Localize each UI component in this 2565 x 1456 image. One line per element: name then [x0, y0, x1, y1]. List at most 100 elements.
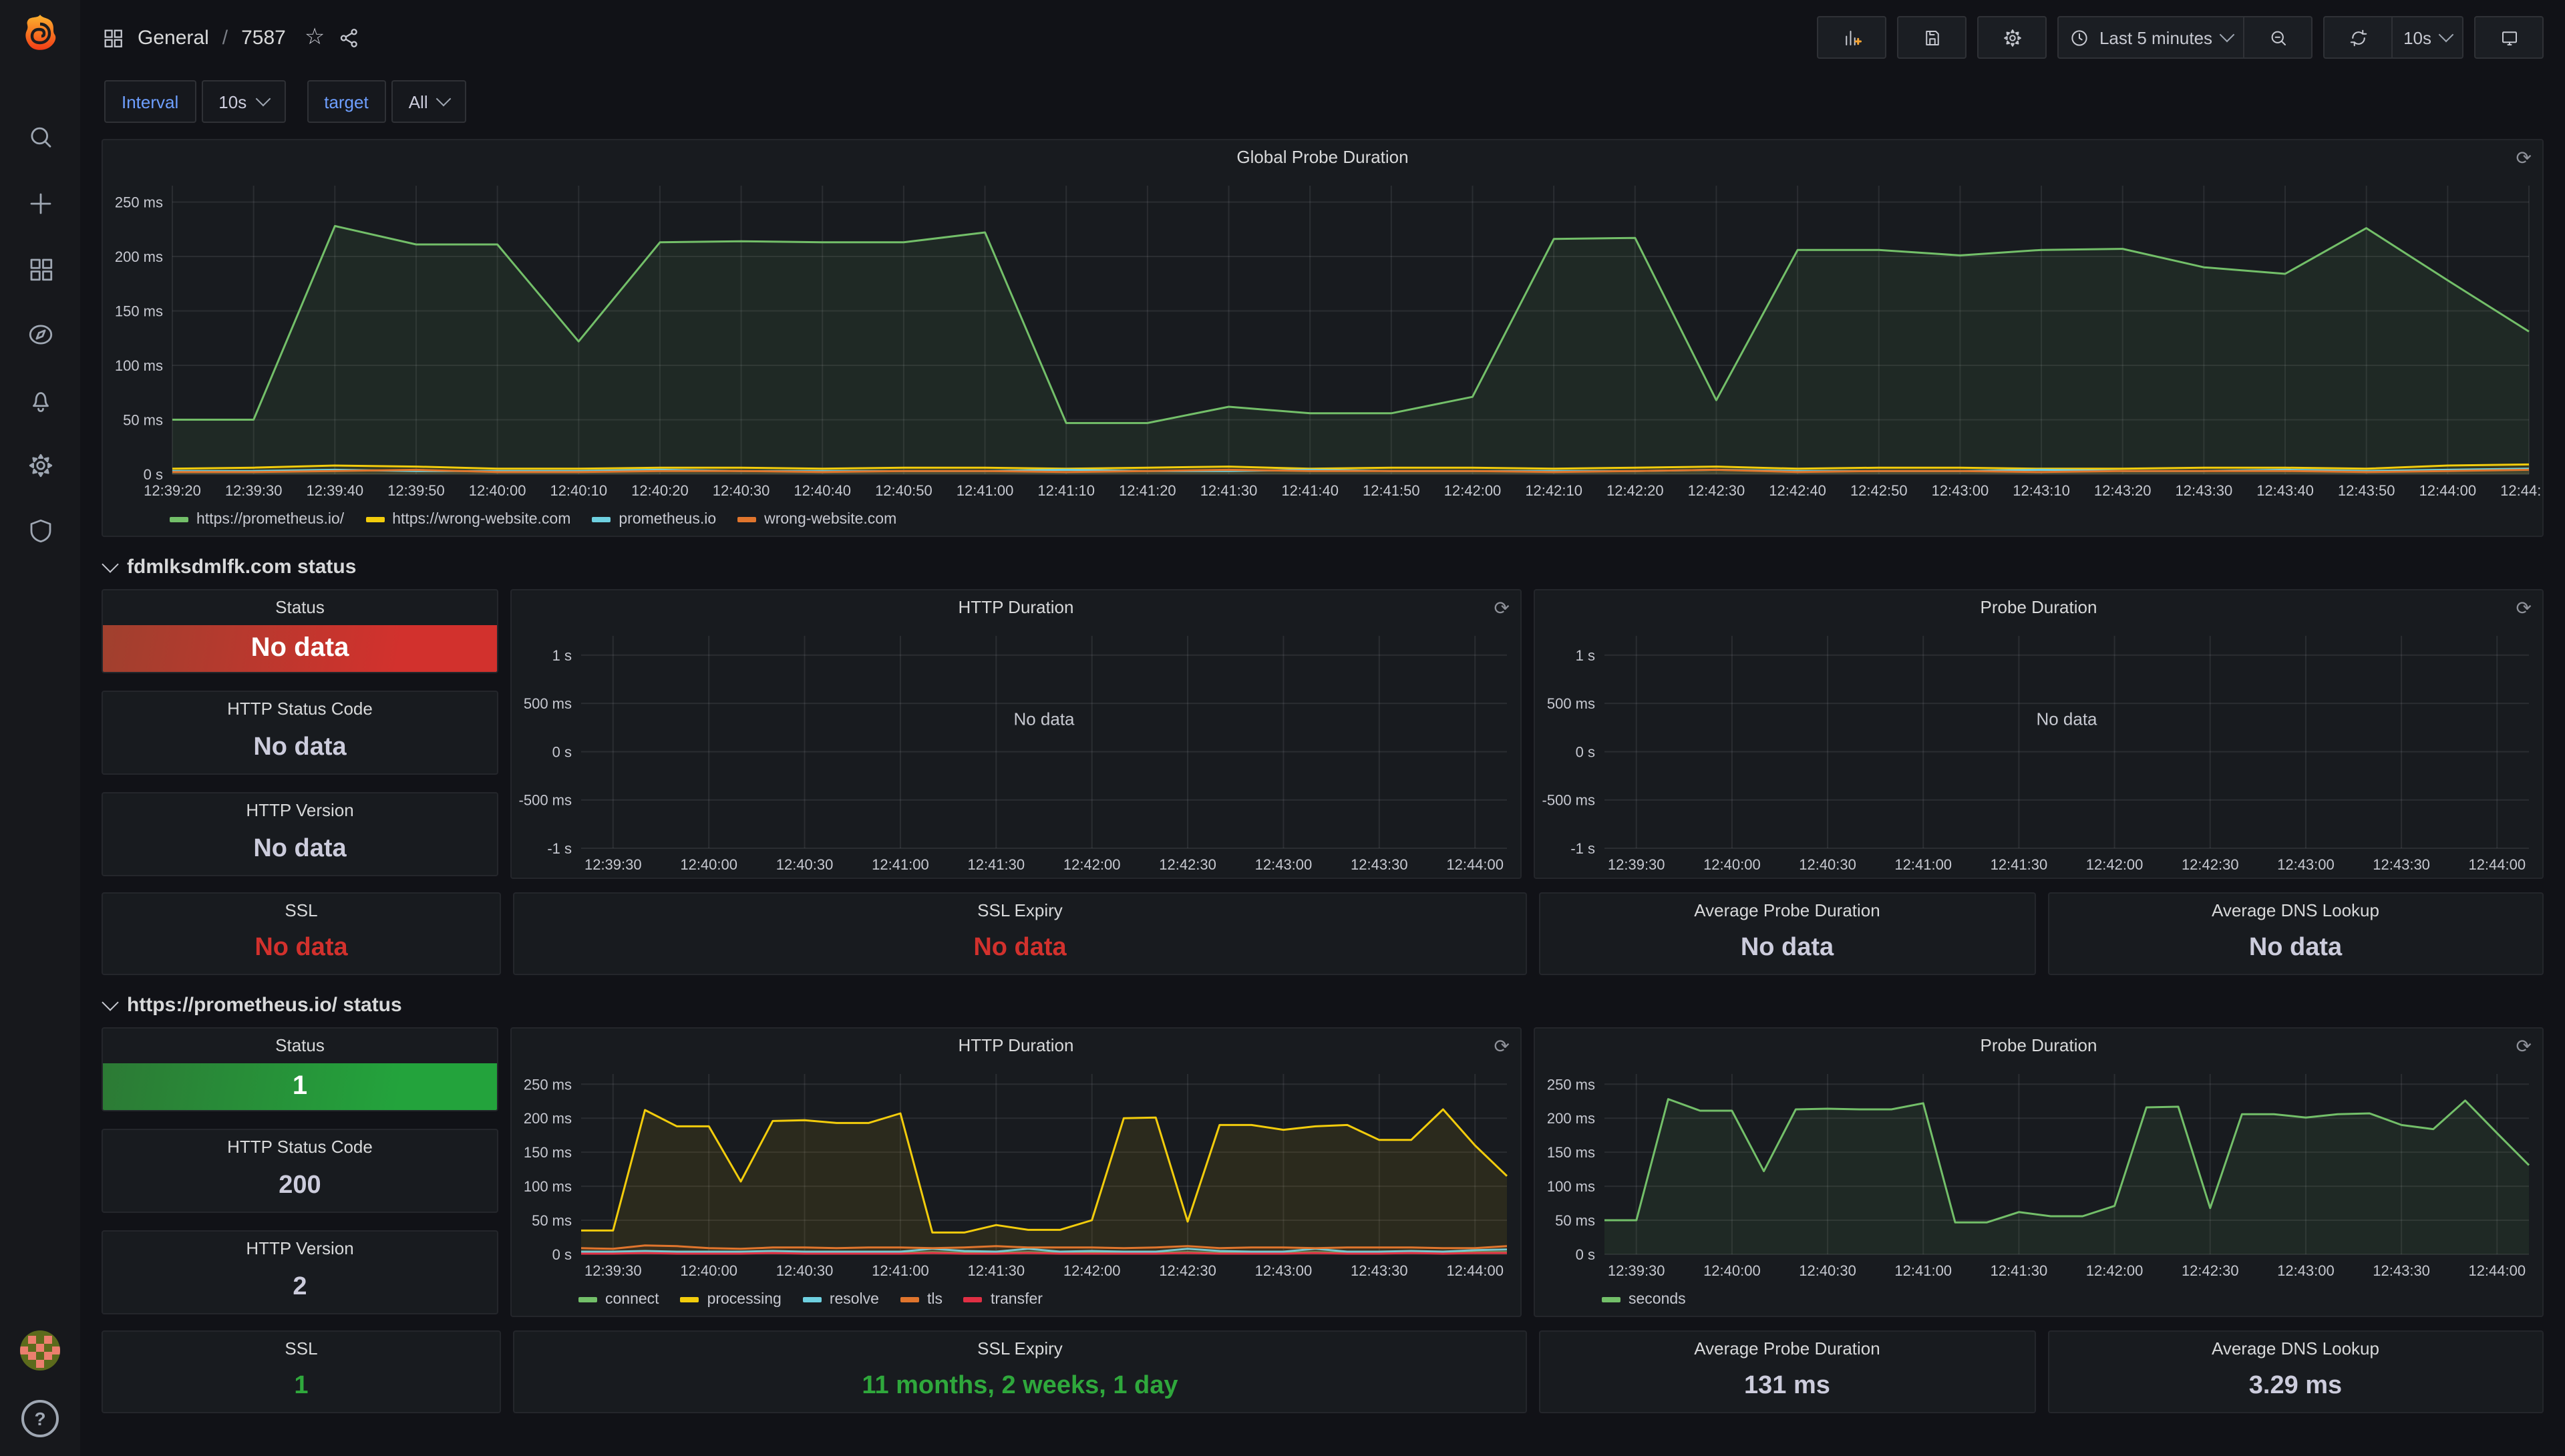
grafana-logo[interactable] [16, 11, 64, 59]
http-duration-chart[interactable]: 1 s500 ms0 s-500 ms-1 s12:39:3012:40:001… [512, 625, 1520, 878]
svg-text:12:40:50: 12:40:50 [875, 482, 932, 499]
star-icon[interactable]: ☆ [305, 24, 325, 51]
server-admin-shield-icon[interactable] [25, 516, 55, 545]
panel-title[interactable]: SSL [103, 894, 500, 928]
panel-title[interactable]: Average DNS Lookup [2049, 1332, 2542, 1367]
http-version-value: 2 [103, 1266, 497, 1313]
dashboard-settings-button[interactable] [1978, 16, 2047, 59]
svg-text:50 ms: 50 ms [123, 411, 163, 428]
svg-text:250 ms: 250 ms [115, 194, 163, 210]
legend-item[interactable]: processing [681, 1292, 782, 1308]
alerting-bell-icon[interactable] [25, 385, 55, 414]
panel-title[interactable]: Average Probe Duration [1540, 1332, 2034, 1367]
search-icon[interactable] [25, 123, 55, 152]
legend-item[interactable]: https://prometheus.io/ [170, 512, 344, 528]
svg-text:12:42:10: 12:42:10 [1525, 482, 1582, 499]
cycle-view-mode-button[interactable] [2474, 16, 2544, 59]
plus-icon[interactable] [25, 188, 55, 218]
panel-refresh-icon[interactable]: ⟳ [1494, 597, 1510, 618]
section-header-fdmlksdmlfk[interactable]: fdmlksdmlfk.com status [104, 556, 2544, 578]
svg-text:12:39:30: 12:39:30 [225, 482, 283, 499]
panel-title[interactable]: Status [103, 590, 497, 625]
panel-title[interactable]: Average DNS Lookup [2049, 894, 2542, 928]
breadcrumb-dashboard[interactable]: 7587 [241, 26, 286, 49]
refresh-interval-picker[interactable]: 10s [2393, 16, 2463, 59]
panel-title[interactable]: HTTP Status Code [103, 1130, 497, 1165]
help-icon[interactable]: ? [21, 1400, 59, 1437]
svg-text:1 s: 1 s [552, 647, 572, 664]
svg-text:12:41:40: 12:41:40 [1281, 482, 1339, 499]
svg-text:12:42:00: 12:42:00 [2086, 856, 2144, 873]
legend-label: prometheus.io [619, 512, 716, 528]
svg-text:12:39:30: 12:39:30 [584, 1262, 642, 1279]
legend-item[interactable]: transfer [964, 1292, 1043, 1308]
svg-text:12:40:30: 12:40:30 [776, 1262, 834, 1279]
interval-variable-select[interactable]: 10s [201, 80, 285, 123]
svg-text:12:41:00: 12:41:00 [1894, 1262, 1952, 1279]
panel-title[interactable]: HTTP Status Code [103, 692, 497, 727]
variable-target: target All [307, 80, 466, 123]
panel-title[interactable]: Probe Duration [1535, 1029, 2542, 1063]
add-panel-button[interactable] [1818, 16, 1887, 59]
svg-text:12:43:00: 12:43:00 [1932, 482, 1989, 499]
panel-refresh-icon[interactable]: ⟳ [2516, 597, 2532, 618]
panel-title[interactable]: SSL Expiry [514, 1332, 1526, 1367]
share-icon[interactable] [338, 26, 361, 49]
svg-text:12:39:40: 12:39:40 [306, 482, 363, 499]
svg-text:12:39:30: 12:39:30 [1608, 856, 1665, 873]
svg-text:12:41:00: 12:41:00 [957, 482, 1014, 499]
legend-item[interactable]: connect [578, 1292, 659, 1308]
panel-refresh-icon[interactable]: ⟳ [2516, 1035, 2532, 1057]
svg-text:No data: No data [2036, 709, 2097, 729]
panel-title[interactable]: SSL Expiry [514, 894, 1526, 928]
refresh-button[interactable] [2323, 16, 2393, 59]
legend-item[interactable]: seconds [1602, 1292, 1686, 1308]
svg-text:12:40:20: 12:40:20 [631, 482, 689, 499]
svg-text:250 ms: 250 ms [524, 1076, 572, 1093]
legend-item[interactable]: tls [900, 1292, 943, 1308]
panel-title[interactable]: Global Probe Duration [103, 140, 2542, 175]
panel-title[interactable]: Probe Duration [1535, 590, 2542, 625]
legend-item[interactable]: wrong-website.com [737, 512, 896, 528]
configuration-gear-icon[interactable] [25, 450, 55, 480]
section2-http-duration: HTTP Duration ⟳ 0 s50 ms100 ms150 ms200 … [510, 1027, 1522, 1314]
average-probe-duration-value: 131 ms [1540, 1367, 2034, 1412]
panel-http-status-code: HTTP Status Code No data [102, 691, 498, 775]
panel-title[interactable]: HTTP Version [103, 793, 497, 828]
legend-label: processing [707, 1292, 782, 1308]
time-range-picker[interactable]: Last 5 minutes [2058, 16, 2244, 59]
legend-item[interactable]: resolve [803, 1292, 879, 1308]
legend-swatch [964, 1297, 983, 1302]
section-header-prometheus[interactable]: https://prometheus.io/ status [104, 994, 2544, 1017]
breadcrumb-folder[interactable]: General [138, 26, 209, 49]
probe-duration-chart[interactable]: 1 s500 ms0 s-500 ms-1 s12:39:3012:40:001… [1535, 625, 2542, 878]
ssl-expiry-value: 11 months, 2 weeks, 1 day [514, 1367, 1526, 1412]
panel-title[interactable]: HTTP Duration [512, 590, 1520, 625]
dashboards-grid-icon[interactable] [25, 254, 55, 283]
chevron-down-icon [102, 994, 118, 1011]
user-avatar[interactable] [20, 1330, 60, 1371]
legend-item[interactable]: prometheus.io [592, 512, 716, 528]
target-variable-select[interactable]: All [391, 80, 467, 123]
global-probe-duration-chart[interactable]: 0 s50 ms100 ms150 ms200 ms250 ms12:39:20… [103, 175, 2542, 504]
panel-title[interactable]: HTTP Duration [512, 1029, 1520, 1063]
panel-refresh-icon[interactable]: ⟳ [1494, 1035, 1510, 1057]
panel-title[interactable]: SSL [103, 1332, 500, 1367]
panel-title[interactable]: Average Probe Duration [1540, 894, 2034, 928]
legend-item[interactable]: https://wrong-website.com [365, 512, 570, 528]
svg-text:150 ms: 150 ms [524, 1144, 572, 1161]
probe-duration-chart[interactable]: 0 s50 ms100 ms150 ms200 ms250 ms12:39:30… [1535, 1063, 2542, 1284]
http-duration-chart[interactable]: 0 s50 ms100 ms150 ms200 ms250 ms12:39:30… [512, 1063, 1520, 1284]
svg-text:12:42:00: 12:42:00 [1063, 856, 1121, 873]
svg-text:12:40:30: 12:40:30 [776, 856, 834, 873]
panel-http-version: HTTP Version 2 [102, 1230, 498, 1314]
svg-text:12:44:10: 12:44:10 [2500, 482, 2542, 499]
svg-text:No data: No data [1013, 709, 1075, 729]
zoom-out-button[interactable] [2244, 16, 2313, 59]
panel-refresh-icon[interactable]: ⟳ [2516, 147, 2532, 168]
panel-title[interactable]: Status [103, 1029, 497, 1063]
explore-compass-icon[interactable] [25, 319, 55, 349]
save-dashboard-button[interactable] [1898, 16, 1967, 59]
svg-text:12:40:40: 12:40:40 [794, 482, 851, 499]
panel-title[interactable]: HTTP Version [103, 1232, 497, 1266]
